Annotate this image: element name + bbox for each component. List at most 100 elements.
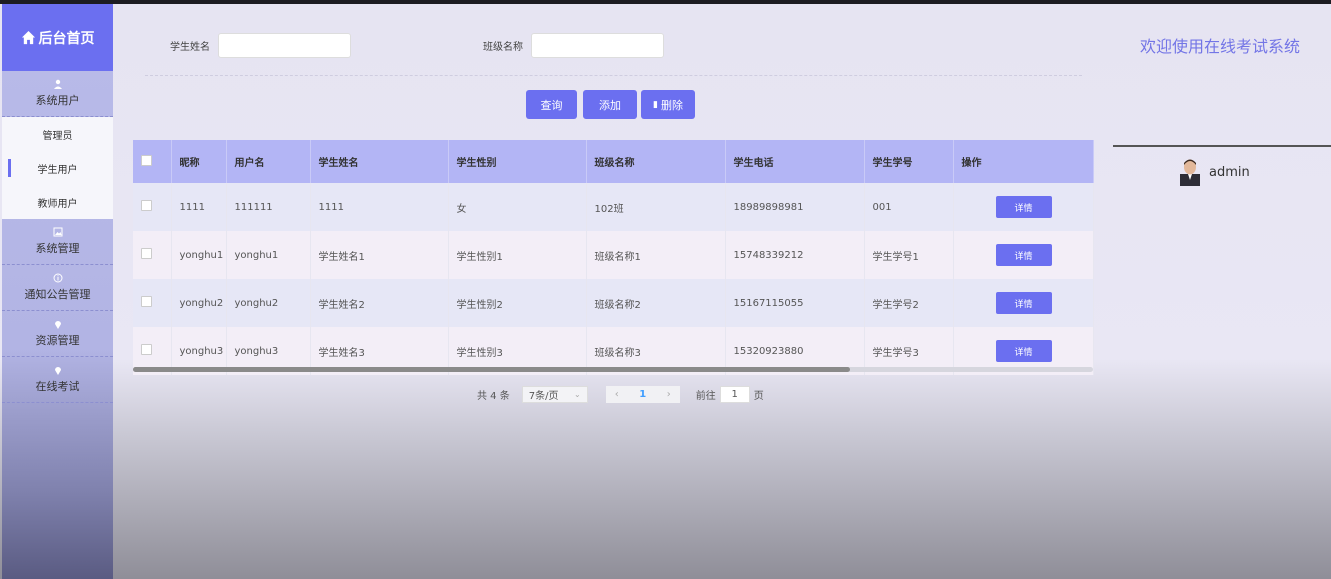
horizontal-scrollbar[interactable] [133, 367, 850, 372]
goto-suffix: 页 [753, 391, 764, 402]
chevron-right-icon: › [666, 389, 671, 400]
col-header: 学生性别 [448, 140, 587, 183]
total-count: 共 4 条 [477, 391, 510, 402]
table-cell: 15748339212 [725, 231, 865, 279]
col-header: 学生学号 [864, 140, 954, 183]
next-page-button[interactable]: › [657, 386, 680, 403]
row-select-cell[interactable] [133, 231, 172, 279]
table-cell: 102班 [586, 183, 726, 231]
class-name-label: 班级名称 [483, 42, 523, 53]
pagination: 共 4 条 7条/页 ⌄ ‹ 1 › 前往 1 页 [477, 386, 764, 403]
home-icon [21, 30, 35, 45]
menu-label: 系统管理 [35, 242, 80, 255]
sidebar-item-admin[interactable]: 管理员 [2, 117, 113, 151]
sidebar-item-label: 管理员 [42, 130, 73, 142]
username: admin [1209, 164, 1250, 180]
student-name-label: 学生姓名 [170, 42, 210, 53]
detail-button[interactable]: 详情 [995, 292, 1052, 314]
sidebar-item-label: 教师用户 [37, 198, 78, 210]
menu-label: 通知公告管理 [24, 288, 91, 301]
detail-button[interactable]: 详情 [995, 244, 1052, 266]
query-button[interactable]: 查询 [526, 90, 577, 119]
app-frame: 后台首页 系统用户 管理员 学生用户 教师用户 系统管理 通知公告管理 资源管理… [0, 0, 1331, 579]
table-cell: yonghu1 [171, 231, 227, 279]
row-select-cell[interactable] [133, 279, 172, 327]
menu-notice-management[interactable]: 通知公告管理 [2, 265, 113, 311]
menu-system-management[interactable]: 系统管理 [2, 219, 113, 265]
table-cell: 学生姓名1 [310, 231, 449, 279]
chevron-left-icon: ‹ [614, 389, 619, 400]
row-checkbox[interactable] [141, 248, 152, 259]
divider [145, 75, 1082, 76]
page-size-value: 7条/页 [528, 391, 559, 402]
action-cell: 详情 [953, 231, 1094, 279]
row-checkbox[interactable] [141, 200, 152, 211]
detail-button[interactable]: 详情 [995, 340, 1052, 362]
image-icon [53, 227, 62, 237]
table-cell: 班级名称1 [586, 231, 726, 279]
location-icon [54, 321, 61, 329]
menu-system-users[interactable]: 系统用户 [2, 71, 113, 117]
user-icon [53, 79, 62, 89]
col-header: 学生姓名 [310, 140, 449, 183]
welcome-title: 欢迎使用在线考试系统 [1140, 37, 1301, 56]
action-cell: 详情 [953, 279, 1094, 327]
table-cell: 学生性别1 [448, 231, 587, 279]
table-cell: 学生姓名2 [310, 279, 449, 327]
select-all-checkbox[interactable] [141, 154, 152, 166]
table-cell: yonghu1 [226, 231, 311, 279]
add-button[interactable]: 添加 [583, 90, 637, 119]
student-name-input[interactable] [218, 33, 351, 58]
goto-page-input[interactable]: 1 [719, 386, 750, 403]
sidebar: 后台首页 系统用户 管理员 学生用户 教师用户 系统管理 通知公告管理 资源管理… [2, 4, 113, 579]
page-size-select[interactable]: 7条/页 ⌄ [521, 386, 588, 403]
row-checkbox[interactable] [141, 296, 152, 307]
table-cell: 女 [448, 183, 587, 231]
col-header: 操作 [953, 140, 1094, 183]
menu-online-exam[interactable]: 在线考试 [2, 357, 113, 403]
menu-label: 系统用户 [35, 94, 80, 107]
delete-button[interactable]: ▮ 删除 [641, 90, 695, 119]
info-icon [53, 273, 62, 283]
table-cell: 1111 [310, 183, 449, 231]
row-select-cell[interactable] [133, 183, 172, 231]
prev-page-button[interactable]: ‹ [605, 386, 628, 403]
sidebar-item-teacher-users[interactable]: 教师用户 [2, 185, 113, 219]
table-cell: 学生学号2 [864, 279, 954, 327]
col-header: 班级名称 [586, 140, 726, 183]
col-header: 学生电话 [725, 140, 865, 183]
table-cell: 111111 [226, 183, 311, 231]
submenu-system-users: 管理员 学生用户 教师用户 [2, 117, 113, 219]
row-checkbox[interactable] [141, 344, 152, 355]
user-menu[interactable]: admin [1180, 158, 1250, 186]
menu-label: 资源管理 [35, 334, 80, 347]
table-header-row: 昵称 用户名 学生姓名 学生性别 班级名称 学生电话 学生学号 操作 [133, 140, 1094, 183]
table-cell: 1111 [171, 183, 227, 231]
detail-button[interactable]: 详情 [995, 196, 1052, 218]
header-divider [1113, 145, 1331, 147]
table-cell: 班级名称2 [586, 279, 726, 327]
col-header: 用户名 [226, 140, 311, 183]
menu-resource-management[interactable]: 资源管理 [2, 311, 113, 357]
search-student-name: 学生姓名 [170, 33, 351, 58]
top-bar [0, 0, 1331, 4]
class-name-input[interactable] [531, 33, 664, 58]
goto-prefix: 前往 [695, 391, 716, 402]
page-number[interactable]: 1 [627, 386, 658, 403]
data-table: 昵称 用户名 学生姓名 学生性别 班级名称 学生电话 学生学号 操作 1111 … [133, 140, 1094, 375]
select-all-cell[interactable] [133, 140, 172, 183]
brand-home[interactable]: 后台首页 [2, 4, 113, 71]
brand-label: 后台首页 [38, 30, 95, 47]
sidebar-item-label: 学生用户 [37, 164, 78, 176]
table-cell: 001 [864, 183, 954, 231]
table-cell: 学生学号1 [864, 231, 954, 279]
action-cell: 详情 [953, 183, 1094, 231]
table-row: 1111 111111 1111 女 102班 18989898981 001 … [133, 183, 1094, 231]
trash-icon: ▮ [653, 99, 658, 110]
table-cell: 学生性别2 [448, 279, 587, 327]
chevron-down-icon: ⌄ [574, 390, 581, 399]
table-cell: 18989898981 [725, 183, 865, 231]
table-row: yonghu2 yonghu2 学生姓名2 学生性别2 班级名称2 151671… [133, 279, 1094, 327]
sidebar-item-student-users[interactable]: 学生用户 [2, 151, 113, 185]
search-class-name: 班级名称 [483, 33, 664, 58]
